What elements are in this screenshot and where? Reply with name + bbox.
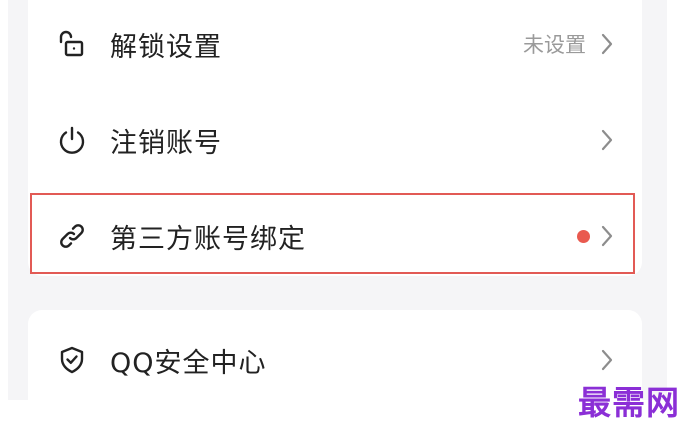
power-icon — [56, 124, 88, 156]
menu-item-label: 注销账号 — [110, 127, 222, 159]
link-icon — [56, 220, 88, 252]
menu-item-third-party-binding[interactable]: 第三方账号绑定 — [28, 194, 642, 278]
chevron-right-icon — [598, 127, 616, 153]
watermark: 最需网 — [578, 383, 680, 422]
menu-item-value: 未设置 — [523, 33, 586, 57]
menu-item-label: 解锁设置 — [110, 31, 222, 63]
unlock-icon — [56, 28, 88, 60]
menu-item-unlock-settings[interactable]: 解锁设置 未设置 — [28, 2, 642, 86]
chevron-right-icon — [598, 31, 616, 57]
menu-item-label: QQ安全中心 — [110, 347, 267, 379]
shield-check-icon — [56, 344, 88, 376]
menu-item-deactivate-account[interactable]: 注销账号 — [28, 98, 642, 182]
chevron-right-icon — [598, 223, 616, 249]
menu-item-label: 第三方账号绑定 — [110, 223, 306, 255]
menu-item-qq-security-center[interactable]: QQ安全中心 — [28, 318, 642, 402]
chevron-right-icon — [598, 347, 616, 373]
notification-dot — [577, 229, 590, 243]
